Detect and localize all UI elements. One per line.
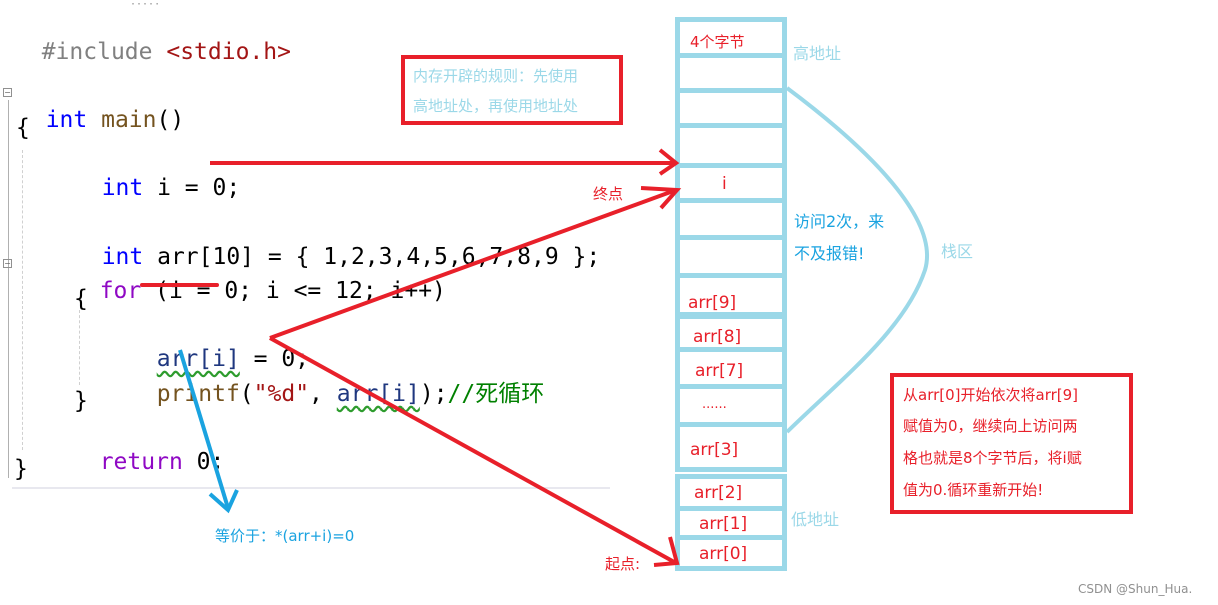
- watermark: CSDN @Shun_Hua.: [1078, 582, 1193, 596]
- end-arrow-line: [269, 188, 677, 340]
- equivalent-arrow-line: [178, 349, 230, 509]
- annotation-arrows: [140, 86, 929, 567]
- start-arrow-line: [269, 336, 677, 565]
- stack-area-curve: [785, 86, 929, 434]
